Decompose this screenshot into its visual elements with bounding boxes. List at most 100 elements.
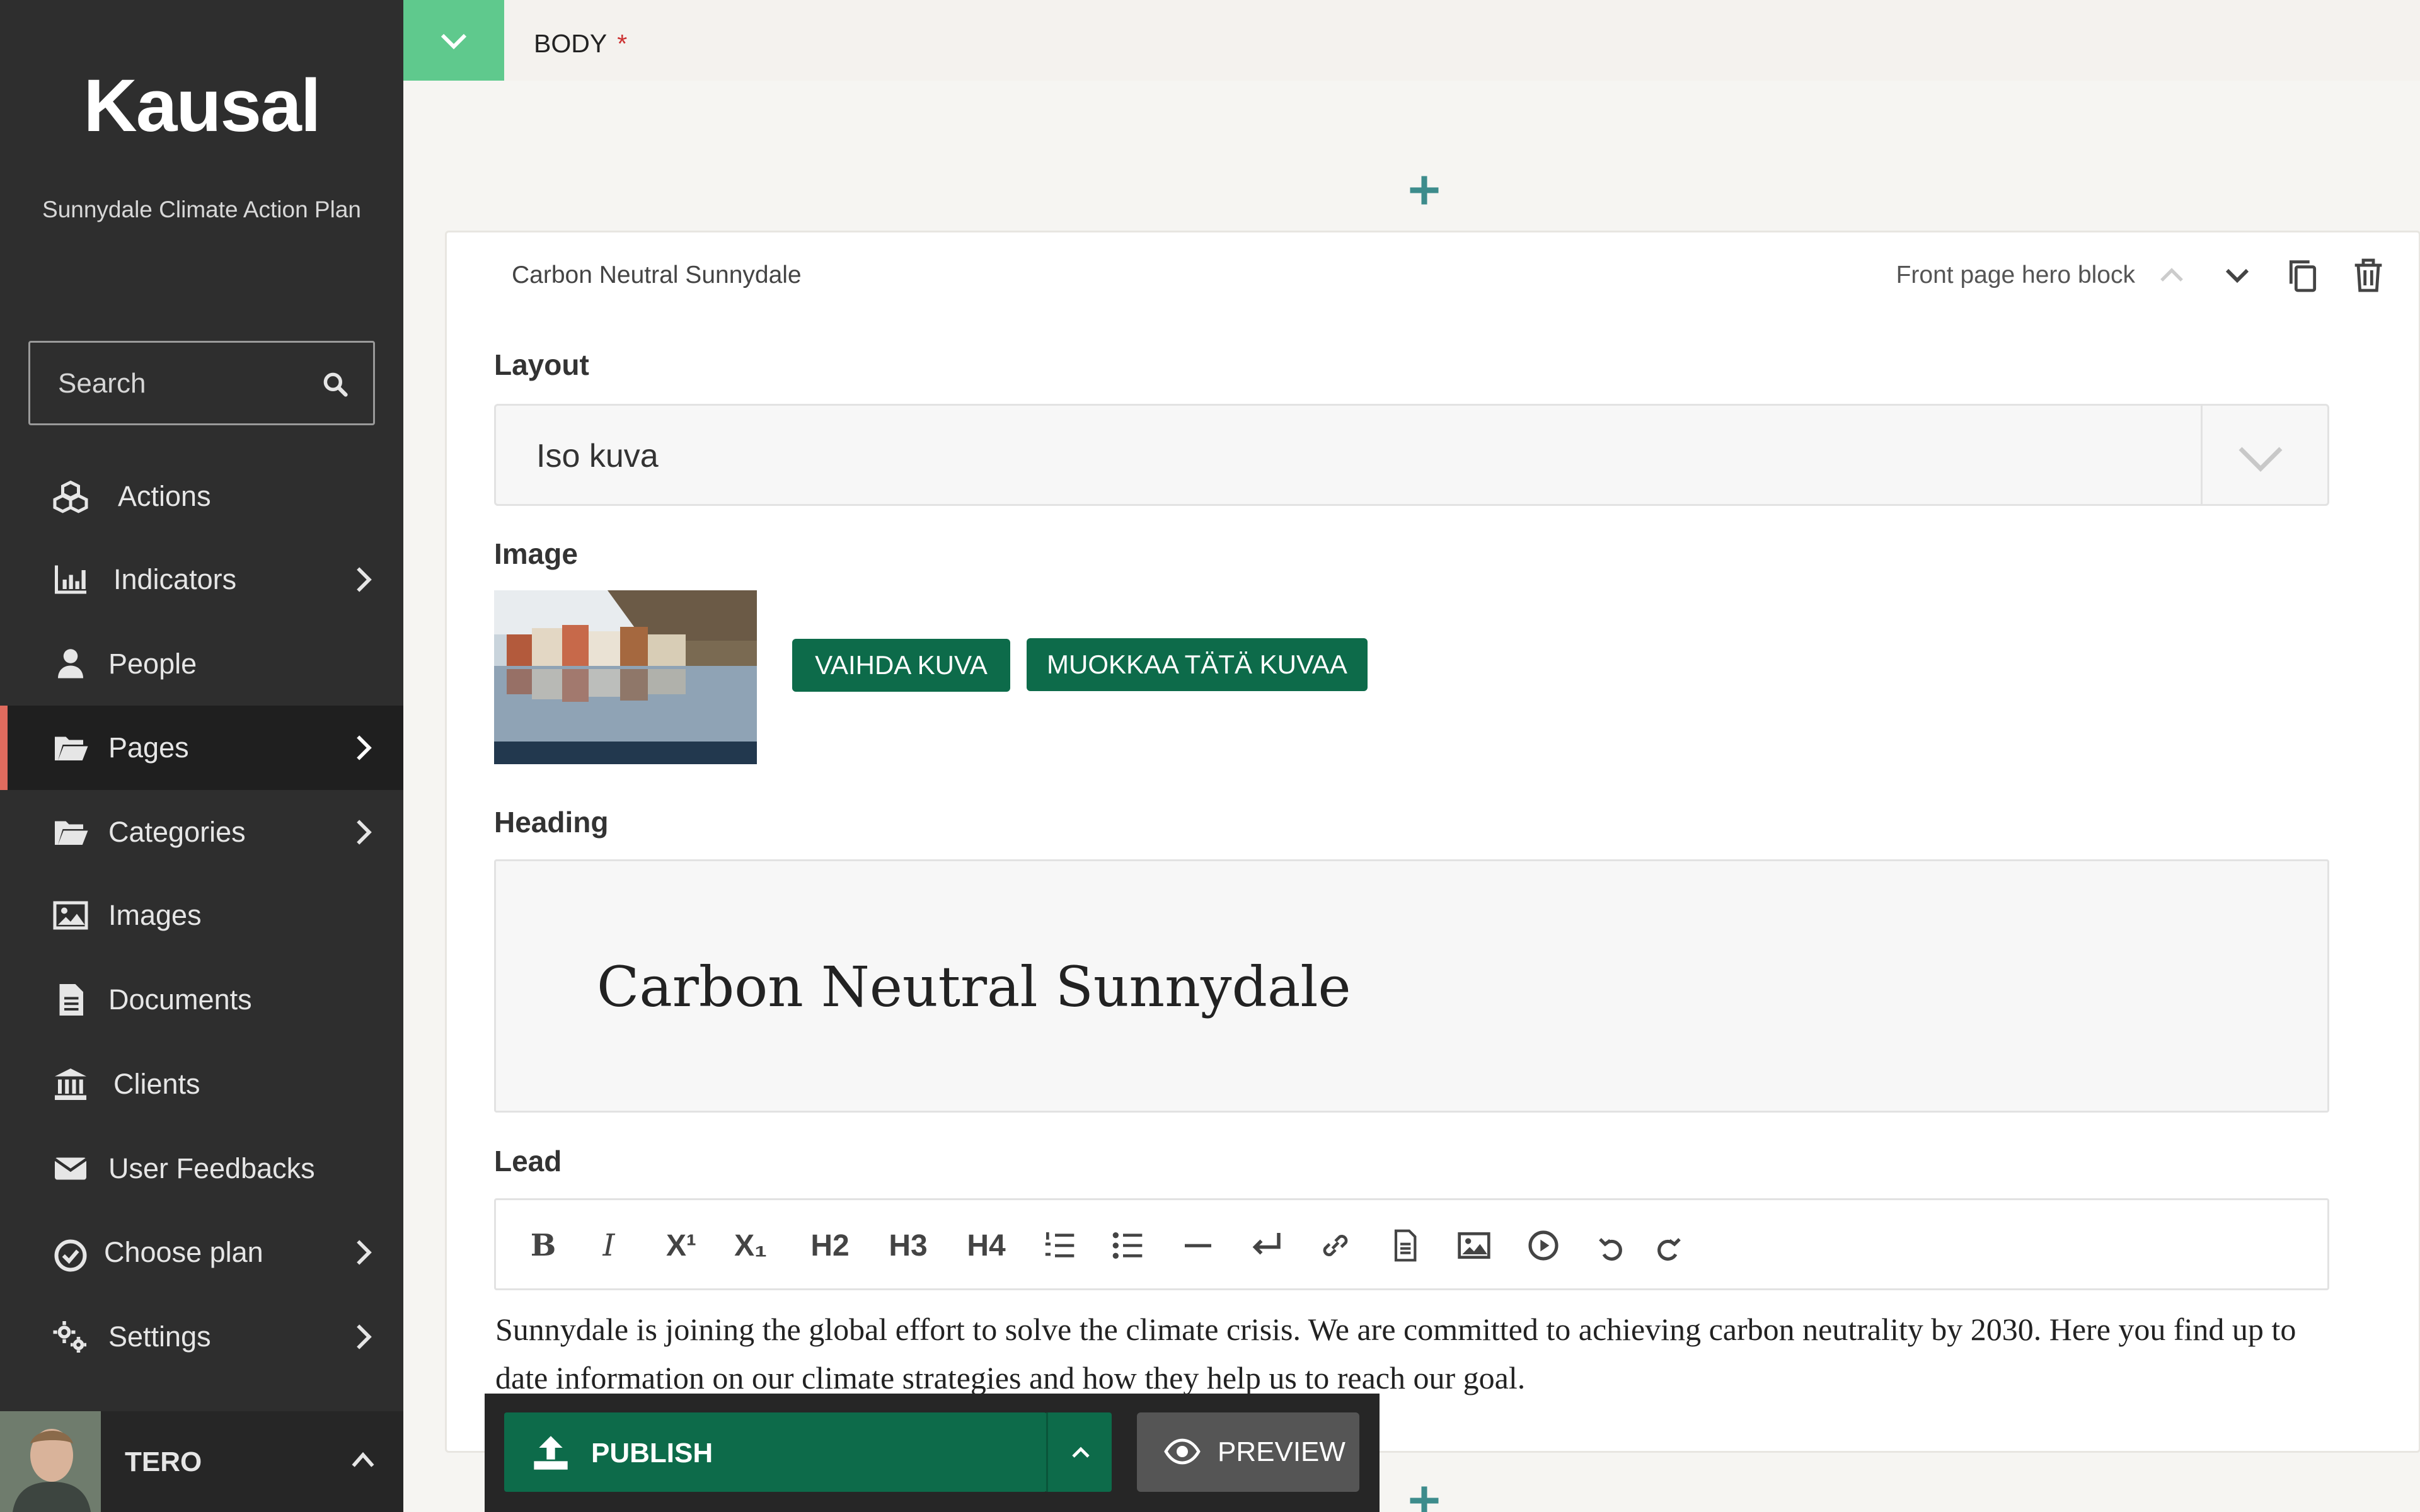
field-label-body: BODY *	[534, 29, 628, 58]
sidebar-item-actions[interactable]: Actions	[0, 454, 403, 539]
sidebar-item-pages[interactable]: Pages	[0, 706, 403, 790]
h2-button[interactable]: H2	[805, 1225, 855, 1266]
chevron-right-icon	[357, 567, 372, 592]
sidebar-item-label: Images	[108, 899, 202, 931]
chevron-up-icon	[1072, 1446, 1090, 1458]
sidebar: Kausal Sunnydale Climate Action Plan Sea…	[0, 0, 403, 1512]
avatar-image	[0, 1411, 101, 1512]
chevron-right-icon	[357, 735, 372, 760]
h3-button[interactable]: H3	[883, 1225, 933, 1266]
more-actions-button[interactable]	[1046, 1412, 1112, 1492]
ordered-list-icon[interactable]	[1042, 1225, 1077, 1266]
user-name: TERO	[125, 1446, 202, 1477]
delete-icon[interactable]	[2348, 255, 2388, 295]
select-divider	[2201, 406, 2203, 504]
sidebar-item-label: Settings	[108, 1320, 211, 1353]
lead-text[interactable]: Sunnydale is joining the global effort t…	[495, 1305, 2336, 1402]
streamfield-header: BODY *	[403, 0, 2420, 81]
search-icon[interactable]	[321, 370, 349, 398]
sidebar-item-label: Choose plan	[104, 1236, 263, 1268]
insert-image-icon[interactable]	[1456, 1225, 1492, 1266]
sidebar-item-people[interactable]: People	[0, 622, 403, 706]
sidebar-item-label: People	[108, 648, 197, 680]
upload-icon	[534, 1436, 568, 1470]
layout-select[interactable]: Iso kuva	[494, 404, 2329, 506]
italic-button[interactable]: I	[591, 1225, 627, 1266]
sidebar-item-user-feedbacks[interactable]: User Feedbacks	[0, 1126, 403, 1211]
bank-icon	[55, 1068, 86, 1100]
layout-select-value: Iso kuva	[536, 438, 659, 474]
sidebar-item-documents[interactable]: Documents	[0, 958, 403, 1042]
field-label-heading: Heading	[494, 806, 609, 839]
sidebar-item-categories[interactable]: Categories	[0, 790, 403, 874]
sidebar-item-label: User Feedbacks	[108, 1152, 315, 1184]
chevron-up-icon	[352, 1452, 374, 1467]
field-label-lead: Lead	[494, 1145, 562, 1177]
search-box[interactable]: Search	[28, 341, 375, 425]
footer-actions: PUBLISH PREVIEW	[485, 1394, 1380, 1512]
sidebar-item-indicators[interactable]: Indicators	[0, 537, 403, 622]
user-menu[interactable]: TERO	[0, 1411, 403, 1512]
sidebar-item-images[interactable]: Images	[0, 873, 403, 958]
duplicate-icon[interactable]	[2283, 255, 2323, 295]
line-break-icon[interactable]	[1247, 1225, 1285, 1266]
harbor-image	[494, 590, 757, 764]
add-block-plus-icon[interactable]	[1405, 171, 1443, 209]
sidebar-item-settings[interactable]: Settings	[0, 1295, 403, 1379]
folder-open-icon	[55, 821, 88, 845]
redo-icon[interactable]	[1653, 1233, 1683, 1263]
sidebar-item-clients[interactable]: Clients	[0, 1042, 403, 1126]
change-image-button[interactable]: VAIHDA KUVA	[792, 639, 1010, 692]
sidebar-item-label: Indicators	[113, 563, 237, 595]
h4-button[interactable]: H4	[961, 1225, 1011, 1266]
chevron-down-icon	[2238, 447, 2283, 472]
eye-icon	[1164, 1438, 1201, 1465]
sidebar-item-label: Actions	[118, 480, 211, 512]
envelope-icon	[54, 1157, 88, 1180]
block-type-label: Front page hero block	[1896, 261, 2135, 289]
heading-input[interactable]: Carbon Neutral Sunnydale	[494, 859, 2329, 1113]
image-thumbnail[interactable]	[494, 590, 757, 764]
document-icon	[59, 984, 83, 1016]
bar-chart-icon	[55, 565, 86, 594]
horizontal-line-icon[interactable]	[1180, 1225, 1216, 1266]
chevron-right-icon	[357, 820, 372, 845]
image-icon	[53, 901, 88, 930]
avatar	[0, 1411, 101, 1512]
search-input[interactable]: Search	[58, 368, 146, 399]
richtext-toolbar: B I X¹ X₁ H2 H3 H4	[494, 1198, 2329, 1290]
bold-button[interactable]: B	[525, 1225, 562, 1266]
app-logo[interactable]: Kausal	[0, 63, 403, 149]
sidebar-item-label: Categories	[108, 816, 246, 848]
superscript-button[interactable]: X¹	[657, 1225, 705, 1266]
subscript-button[interactable]: X₁	[727, 1225, 775, 1266]
chevron-right-icon	[357, 1240, 372, 1265]
sidebar-item-choose-plan[interactable]: Choose plan	[0, 1210, 403, 1295]
check-circle-icon	[54, 1239, 87, 1272]
preview-button[interactable]: PREVIEW	[1137, 1412, 1359, 1492]
field-label-image: Image	[494, 537, 578, 570]
cubes-icon	[53, 480, 88, 513]
move-down-icon[interactable]	[2217, 255, 2257, 295]
document-link-icon[interactable]	[1387, 1225, 1422, 1266]
folder-open-icon	[55, 736, 88, 760]
embed-media-icon[interactable]	[1526, 1225, 1561, 1266]
field-label-layout: Layout	[494, 348, 589, 381]
chevron-right-icon	[357, 1324, 372, 1349]
required-marker: *	[617, 29, 628, 58]
collapse-button[interactable]	[403, 0, 504, 81]
publish-label: PUBLISH	[591, 1438, 713, 1469]
link-icon[interactable]	[1318, 1225, 1353, 1266]
undo-icon[interactable]	[1596, 1233, 1627, 1263]
sidebar-item-label: Clients	[113, 1068, 200, 1100]
edit-image-button[interactable]: MUOKKAA TÄTÄ KUVAA	[1027, 638, 1368, 691]
main-content: BODY * Carbon Neutral Sunnydale Front pag…	[403, 0, 2420, 1512]
move-up-icon[interactable]	[2152, 255, 2192, 295]
user-icon	[58, 649, 83, 679]
preview-label: PREVIEW	[1218, 1436, 1345, 1467]
chevron-down-icon	[441, 33, 467, 50]
add-block-plus-icon[interactable]	[1405, 1482, 1443, 1512]
publish-button[interactable]: PUBLISH	[504, 1412, 1047, 1492]
bulleted-list-icon[interactable]	[1110, 1225, 1145, 1266]
sidebar-item-label: Documents	[108, 983, 252, 1016]
